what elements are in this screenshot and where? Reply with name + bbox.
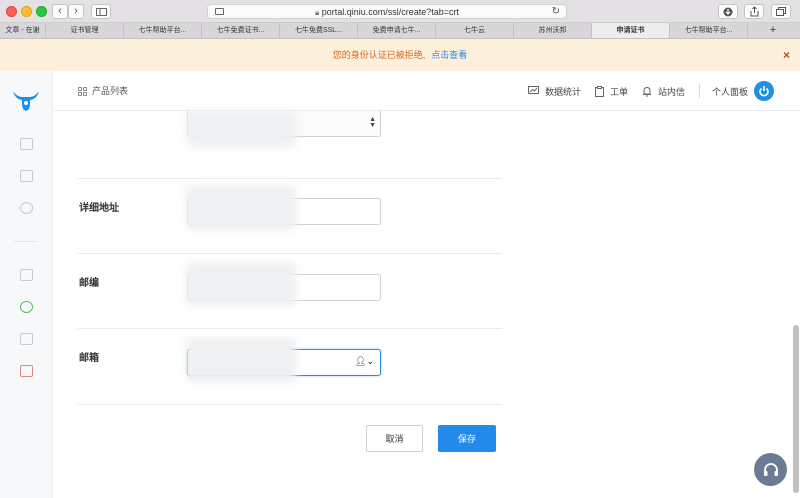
- close-icon[interactable]: ×: [783, 39, 790, 71]
- new-tab-button[interactable]: +: [748, 23, 798, 38]
- form-divider: [78, 253, 502, 254]
- email-label: 邮箱: [79, 353, 99, 364]
- browser-tab[interactable]: 七牛帮助平台...: [670, 23, 748, 38]
- plus-icon: +: [769, 24, 777, 36]
- qiniu-logo[interactable]: [11, 88, 41, 114]
- app-header: 产品列表 数据统计 工单 站内信 个人面板: [54, 71, 800, 111]
- save-button[interactable]: 保存: [438, 425, 496, 452]
- header-actions: 数据统计 工单 站内信 个人面板: [527, 71, 800, 111]
- chip-nav-icon[interactable]: [20, 333, 33, 345]
- header-divider: [698, 84, 700, 98]
- browser-tab-active[interactable]: 申请证书: [592, 23, 670, 38]
- lock-icon: 🔒︎: [314, 8, 320, 17]
- cancel-button[interactable]: 取消: [366, 425, 423, 452]
- minimize-window-button[interactable]: [21, 6, 32, 17]
- browser-tab[interactable]: 七牛免费证书...: [202, 23, 280, 38]
- tabs-overview-button[interactable]: [771, 4, 791, 19]
- bell-icon: [642, 86, 651, 96]
- browser-tab-bar: 文章 - 在谢 证书管理 七牛帮助平台... 七牛免费证书... 七牛免费SSL…: [0, 23, 800, 39]
- sidebar-toggle-button[interactable]: [91, 4, 111, 19]
- browser-tab[interactable]: 七牛云: [436, 23, 514, 38]
- chevron-left-icon: ‹: [58, 5, 62, 17]
- clipboard-icon: [594, 85, 604, 97]
- form-divider: [78, 404, 502, 405]
- product-list-link[interactable]: 产品列表: [78, 71, 128, 111]
- ticket-link[interactable]: 工单: [594, 85, 628, 98]
- notice-message: 您的身份认证已被拒绝,: [332, 50, 426, 60]
- left-sidebar: [0, 71, 53, 498]
- personal-panel-link[interactable]: 个人面板: [712, 85, 748, 98]
- storage-nav-icon[interactable]: [20, 269, 33, 281]
- video-nav-icon[interactable]: [20, 365, 33, 377]
- grid-nav-icon[interactable]: [20, 138, 33, 150]
- chart-icon: [527, 86, 539, 94]
- scrollbar-thumb[interactable]: [793, 325, 799, 493]
- form-divider: [78, 178, 502, 179]
- share-icon: [750, 6, 758, 17]
- browser-tab[interactable]: 七牛免费SSL...: [280, 23, 358, 38]
- share-button[interactable]: [744, 4, 764, 19]
- user-nav-icon[interactable]: [20, 202, 33, 214]
- reload-icon[interactable]: ↻: [552, 5, 560, 19]
- select-arrows-icon: ▲ ▼: [369, 116, 376, 129]
- identity-notice-bar: 您的身份认证已被拒绝, 点击查看 ×: [0, 39, 800, 71]
- back-button[interactable]: ‹: [52, 4, 68, 19]
- browser-tab[interactable]: 证书管理: [46, 23, 124, 38]
- address-label: 详细地址: [79, 203, 119, 214]
- forward-button[interactable]: ›: [68, 4, 84, 19]
- contact-autofill-icon[interactable]: 👤︎⌄: [355, 356, 374, 367]
- downloads-button[interactable]: [718, 4, 738, 19]
- browser-tab[interactable]: 七牛帮助平台...: [124, 23, 202, 38]
- redacted-email-value: [186, 338, 296, 382]
- download-icon: [723, 7, 733, 16]
- address-text: 🔒︎ portal.qiniu.com/ssl/create?tab=crt: [208, 5, 566, 20]
- code-nav-icon[interactable]: [20, 170, 33, 182]
- messages-link[interactable]: 站内信: [642, 85, 685, 98]
- tabs-icon: [776, 7, 786, 16]
- browser-tab[interactable]: 苏州沃邦: [514, 23, 592, 38]
- sidebar-icon: [95, 7, 107, 16]
- browser-toolbar: ‹ › 🔒︎ portal.qiniu.com/ssl/create?tab=c…: [0, 0, 800, 23]
- redacted-region-value: [186, 111, 296, 147]
- grid-icon: [78, 86, 87, 96]
- zoom-window-button[interactable]: [36, 6, 47, 17]
- power-icon[interactable]: [754, 81, 774, 101]
- browser-tab[interactable]: 文章 - 在谢: [0, 23, 46, 38]
- customer-support-button[interactable]: [754, 453, 787, 486]
- globe-nav-icon[interactable]: [20, 301, 33, 313]
- browser-tab[interactable]: 免费申请七牛...: [358, 23, 436, 38]
- address-bar[interactable]: 🔒︎ portal.qiniu.com/ssl/create?tab=crt ↻: [207, 4, 567, 19]
- stats-link[interactable]: 数据统计: [527, 85, 581, 98]
- headset-icon: [763, 462, 778, 476]
- close-window-button[interactable]: [6, 6, 17, 17]
- notice-view-link[interactable]: 点击查看: [431, 50, 467, 60]
- postcode-label: 邮编: [79, 278, 99, 289]
- url-text: portal.qiniu.com/ssl/create?tab=crt: [321, 7, 460, 17]
- form-divider: [78, 328, 502, 329]
- sidebar-divider: [14, 241, 38, 242]
- chevron-right-icon: ›: [74, 5, 78, 17]
- redacted-address-value: [186, 186, 296, 230]
- redacted-postcode-value: [186, 262, 296, 306]
